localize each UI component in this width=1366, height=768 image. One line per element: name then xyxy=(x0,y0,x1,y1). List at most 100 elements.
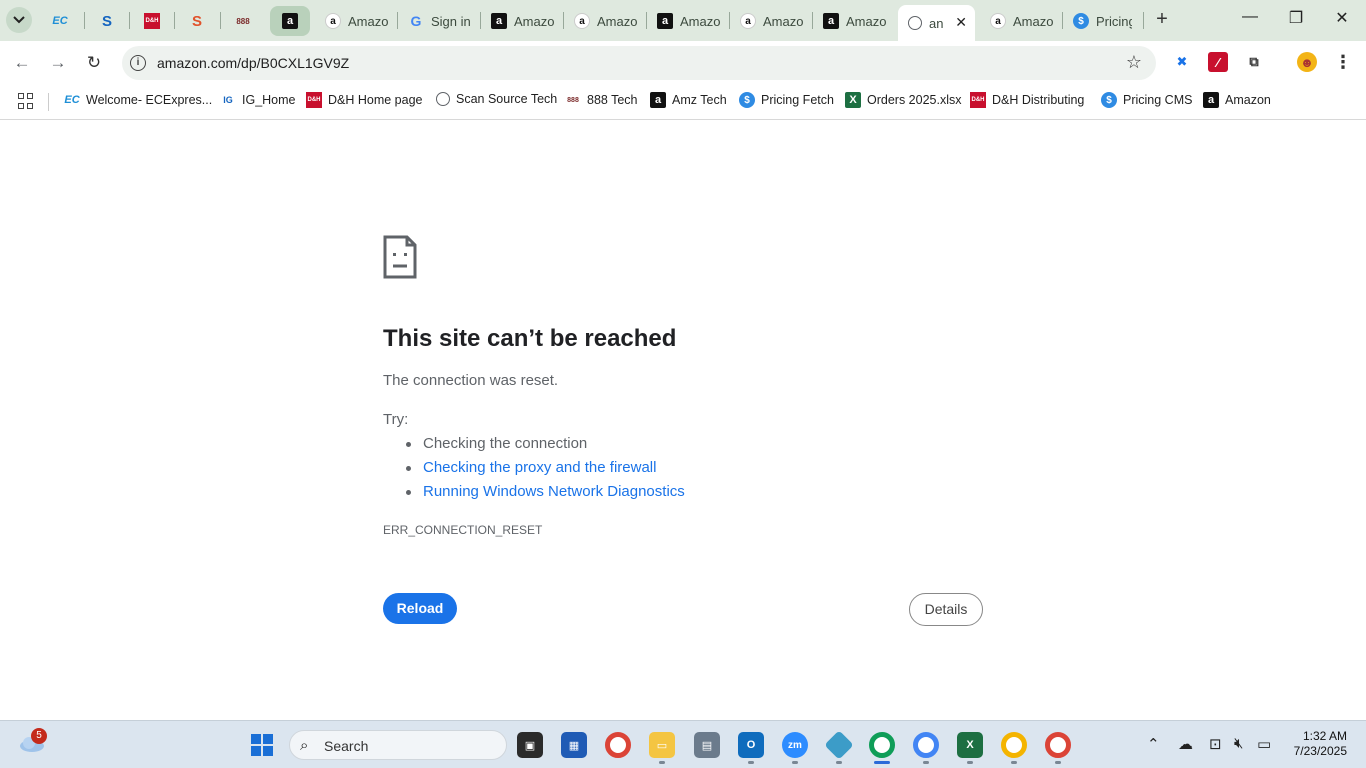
search-icon: ⌕ xyxy=(300,737,309,754)
reload-page-button[interactable]: ↻ xyxy=(82,51,106,75)
zoom-icon[interactable]: zm xyxy=(782,732,808,758)
pinned-tab-amazon[interactable]: a xyxy=(270,6,310,36)
pdf-extension-icon[interactable]: ⁄ xyxy=(1208,52,1228,72)
profile-avatar[interactable]: ☻ xyxy=(1297,52,1317,72)
extension-cross-icon[interactable]: ✖ xyxy=(1172,52,1192,72)
bookmark-label: Pricing CMS xyxy=(1123,93,1193,107)
details-button[interactable]: Details xyxy=(909,593,983,626)
battery-icon[interactable]: ▭ xyxy=(1257,735,1271,753)
bookmark-amz-tech[interactable]: a Amz Tech xyxy=(650,92,727,108)
address-url[interactable]: amazon.com/dp/B0CXL1GV9Z xyxy=(157,55,349,71)
chrome-profile-2-icon[interactable] xyxy=(913,732,939,758)
tab-search-button[interactable] xyxy=(6,7,32,33)
ec-icon: EC xyxy=(52,15,68,27)
back-button[interactable]: ← xyxy=(10,51,34,75)
tab-amazon-4[interactable]: a Amazo xyxy=(647,6,729,36)
tab-amazon-7[interactable]: a Amazo xyxy=(980,6,1062,36)
bookmark-ig-home[interactable]: IG IG_Home xyxy=(220,92,295,108)
bookmark-pricing-cms[interactable]: $ Pricing CMS xyxy=(1101,92,1192,108)
excel-icon[interactable]: X xyxy=(957,732,983,758)
forward-button[interactable]: → xyxy=(46,51,70,75)
puzzle-extensions-icon[interactable]: ⧉ xyxy=(1244,52,1264,72)
start-button[interactable] xyxy=(251,734,273,756)
tab-amazon-1[interactable]: a Amazo xyxy=(315,6,397,36)
reload-icon: ↻ xyxy=(86,53,102,72)
sad-page-icon xyxy=(383,235,417,279)
system-clock[interactable]: 1:32 AM 7/23/2025 xyxy=(1294,729,1347,759)
amazon-icon: a xyxy=(574,13,590,29)
network-icon[interactable]: ⊡ xyxy=(1209,735,1222,753)
bookmark-dh-distributing[interactable]: D&H D&H Distributing xyxy=(970,92,1084,108)
new-tab-button[interactable]: + xyxy=(1150,8,1174,31)
chevron-down-icon xyxy=(13,16,25,24)
amazon-icon: a xyxy=(282,13,298,29)
calculator-icon[interactable]: ▤ xyxy=(694,732,720,758)
chrome-profile-3-icon[interactable] xyxy=(1001,732,1027,758)
tab-amazon-2[interactable]: a Amazo xyxy=(481,6,563,36)
dollar-icon: $ xyxy=(739,92,755,108)
tab-amazon-5[interactable]: a Amazo xyxy=(730,6,812,36)
pinned-tab-dh[interactable]: D&H xyxy=(132,6,172,36)
amazon-icon: a xyxy=(990,13,1006,29)
bookmark-label: Welcome- ECExpres... xyxy=(86,93,213,107)
bookmark-star-icon[interactable]: ☆ xyxy=(1126,52,1142,73)
pinned-tab-ig[interactable]: S xyxy=(87,6,127,36)
tab-active-amazon[interactable]: an ✕ xyxy=(898,5,975,41)
bookmark-ecexpress[interactable]: EC Welcome- ECExpres... xyxy=(64,92,212,108)
taskbar-search[interactable]: ⌕ Search xyxy=(289,730,507,760)
kebab-menu-icon[interactable]: ⋮ xyxy=(1333,52,1353,72)
bookmark-orders-xlsx[interactable]: X Orders 2025.xlsx xyxy=(845,92,961,108)
chrome-profile-1-icon[interactable] xyxy=(869,732,895,758)
dollar-icon: $ xyxy=(1073,13,1089,29)
ig-logo-icon: S xyxy=(101,12,112,30)
bookmarks-divider xyxy=(48,93,49,111)
browser-toolbar: ← → ↻ i amazon.com/dp/B0CXL1GV9Z ☆ ✖ ⁄ ⧉… xyxy=(0,41,1366,85)
suggestion-proxy-firewall-link[interactable]: Checking the proxy and the firewall xyxy=(406,459,685,483)
chevron-up-icon[interactable]: ⌃ xyxy=(1147,735,1160,753)
app-diamond-icon[interactable] xyxy=(824,730,854,760)
running-indicator xyxy=(967,761,973,764)
reload-button[interactable]: Reload xyxy=(383,593,457,624)
restore-button[interactable]: ❐ xyxy=(1276,8,1316,28)
ec-icon: EC xyxy=(64,94,80,106)
amazon-icon: a xyxy=(657,13,673,29)
chrome-profile-4-icon[interactable] xyxy=(1045,732,1071,758)
tab-google-signin[interactable]: G Sign in xyxy=(398,6,480,36)
minimize-button[interactable]: — xyxy=(1230,8,1270,26)
address-bar[interactable]: i amazon.com/dp/B0CXL1GV9Z ☆ xyxy=(122,46,1156,80)
bookmark-pricing-fetch[interactable]: $ Pricing Fetch xyxy=(739,92,834,108)
close-tab-icon[interactable]: ✕ xyxy=(955,14,967,31)
file-explorer-icon[interactable]: ▭ xyxy=(649,732,675,758)
running-indicator xyxy=(748,761,754,764)
chrome-icon[interactable] xyxy=(605,732,631,758)
bookmark-scansource[interactable]: Scan Source Tech xyxy=(436,92,557,106)
pinned-tab-888[interactable]: 888 xyxy=(223,6,263,36)
site-info-icon[interactable]: i xyxy=(130,55,146,71)
google-icon: G xyxy=(410,13,422,29)
amazon-icon: a xyxy=(1203,92,1219,108)
bookmark-label: Orders 2025.xlsx xyxy=(867,93,962,107)
microsoft-store-icon[interactable]: ▦ xyxy=(561,732,587,758)
bookmark-888-tech[interactable]: 888 888 Tech xyxy=(565,92,637,108)
amazon-icon: a xyxy=(740,13,756,29)
pinned-tab-ecexpress[interactable]: EC xyxy=(40,6,80,36)
apps-grid-icon[interactable] xyxy=(18,93,34,109)
bookmark-label: Amazon xyxy=(1225,93,1271,107)
task-view-icon[interactable]: ▣ xyxy=(517,732,543,758)
running-indicator xyxy=(1055,761,1061,764)
pinned-tab-scansource[interactable]: S xyxy=(177,6,217,36)
bookmark-dh-home[interactable]: D&H D&H Home page xyxy=(306,92,423,108)
speaker-muted-icon[interactable]: 🔇︎ xyxy=(1234,735,1243,752)
scansource-icon: S xyxy=(191,12,202,30)
tab-amazon-3[interactable]: a Amazo xyxy=(564,6,646,36)
dollar-icon: $ xyxy=(1101,92,1117,108)
close-window-button[interactable]: ✕ xyxy=(1322,8,1362,28)
tab-amazon-6[interactable]: a Amazo xyxy=(813,6,895,36)
tab-pricing[interactable]: $ Pricing xyxy=(1063,6,1145,36)
search-placeholder: Search xyxy=(324,738,369,754)
suggestion-network-diagnostics-link[interactable]: Running Windows Network Diagnostics xyxy=(406,483,685,507)
bookmark-amazon[interactable]: a Amazon xyxy=(1203,92,1271,108)
active-indicator xyxy=(874,761,890,764)
cloud-offline-icon[interactable]: ☁ xyxy=(1178,735,1193,753)
outlook-icon[interactable]: O xyxy=(738,732,764,758)
